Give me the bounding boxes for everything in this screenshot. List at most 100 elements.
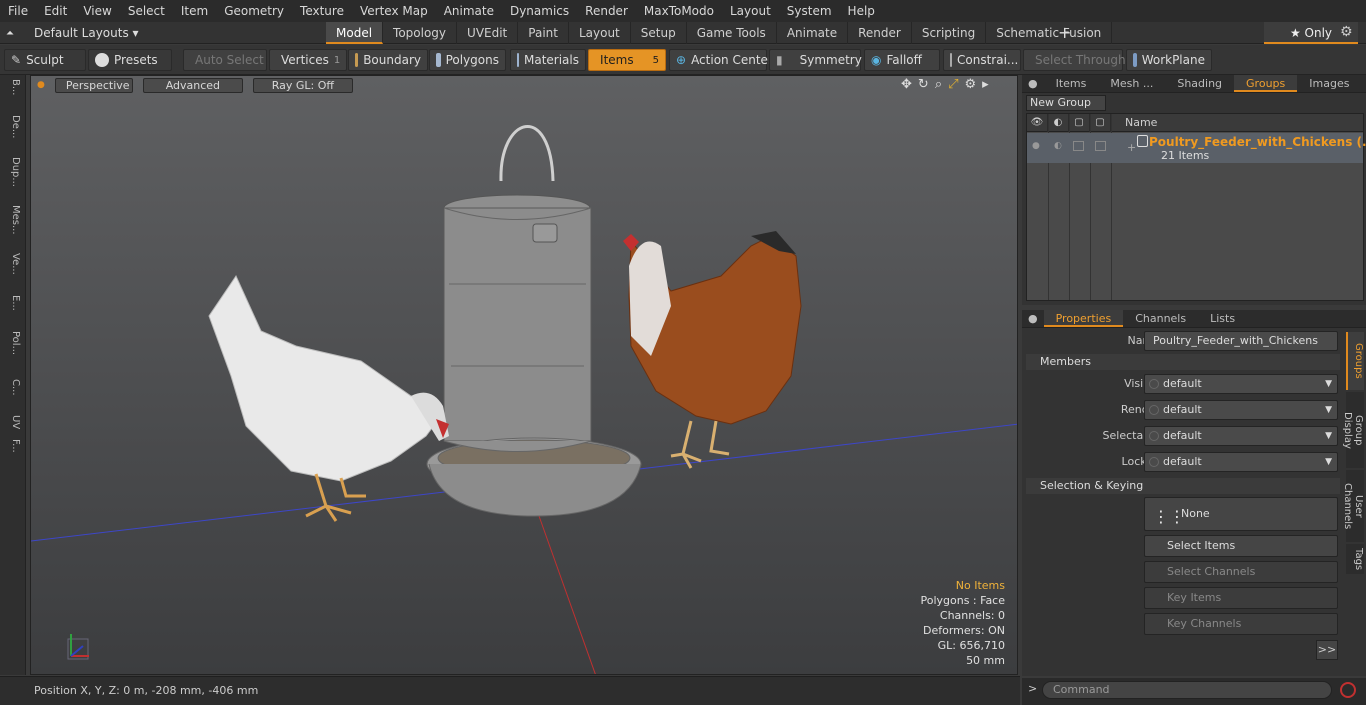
raygl-button[interactable]: Ray GL: Off xyxy=(252,77,353,93)
add-tab-icon[interactable]: + xyxy=(1058,24,1071,42)
menu-view[interactable]: View xyxy=(75,0,119,22)
visibility-eye-icon[interactable]: 👁 xyxy=(1027,113,1048,132)
menu-render[interactable]: Render xyxy=(577,0,636,22)
tab-properties[interactable]: Properties xyxy=(1043,310,1124,327)
record-icon[interactable] xyxy=(1340,682,1356,698)
lock-icon[interactable]: ▢ xyxy=(1069,113,1090,132)
side-tab-0[interactable]: B... xyxy=(3,79,21,95)
render-icon[interactable]: ◐ xyxy=(1048,113,1069,132)
tab-paint[interactable]: Paint xyxy=(518,22,569,44)
constraints-button[interactable]: Constrai... xyxy=(943,49,1021,71)
panel-dot-icon[interactable]: ● xyxy=(1022,310,1044,327)
fit-view-icon[interactable]: ⤢ xyxy=(948,77,958,92)
viewport-settings-icon[interactable]: ⚙ xyxy=(965,77,977,92)
selectable-dropdown[interactable]: default ▼ xyxy=(1144,426,1338,446)
menu-edit[interactable]: Edit xyxy=(36,0,75,22)
symmetry-button[interactable]: ▮ Symmetry xyxy=(769,49,862,71)
zoom-view-icon[interactable]: ⌕ xyxy=(935,77,942,92)
side-tab-tags[interactable]: Tags xyxy=(1346,544,1364,574)
presets-button[interactable]: Presets xyxy=(88,49,172,71)
gear-icon[interactable]: ⚙ xyxy=(1340,24,1353,40)
tab-schematic-fusion[interactable]: Schematic Fusion xyxy=(986,22,1113,44)
key-items-button[interactable]: Key Items xyxy=(1144,587,1338,609)
menu-select[interactable]: Select xyxy=(120,0,173,22)
command-input[interactable]: Command xyxy=(1042,681,1332,699)
tab-model[interactable]: Model xyxy=(326,22,384,44)
tab-render[interactable]: Render xyxy=(848,22,912,44)
menu-help[interactable]: Help xyxy=(840,0,883,22)
boundary-button[interactable]: Boundary xyxy=(348,49,428,71)
side-tab-3[interactable]: Mes... xyxy=(3,205,21,235)
members-section[interactable]: Members xyxy=(1026,354,1340,370)
advanced-button[interactable]: Advanced xyxy=(142,77,243,93)
more-button[interactable]: >> xyxy=(1316,640,1338,660)
render-dropdown[interactable]: default ▼ xyxy=(1144,400,1338,420)
move-view-icon[interactable]: ✥ xyxy=(901,77,912,92)
sculpt-button[interactable]: ✎ Sculpt xyxy=(4,49,86,71)
tab-scripting[interactable]: Scripting xyxy=(912,22,987,44)
menu-texture[interactable]: Texture xyxy=(292,0,352,22)
locked-dropdown[interactable]: default ▼ xyxy=(1144,452,1338,472)
up-arrow-icon[interactable]: ⏶ xyxy=(6,28,14,39)
items-button[interactable]: Items 5 xyxy=(588,49,666,71)
expand-icon[interactable]: + xyxy=(1127,141,1136,154)
vertices-button[interactable]: Vertices 1 xyxy=(269,49,347,71)
select-icon[interactable]: ▢ xyxy=(1090,113,1111,132)
menu-item[interactable]: Item xyxy=(173,0,216,22)
panel-dot-icon[interactable]: ● xyxy=(1022,75,1044,92)
action-center-button[interactable]: ⊕ Action Center xyxy=(669,49,773,71)
tab-shading[interactable]: Shading xyxy=(1165,75,1234,92)
tab-groups[interactable]: Groups xyxy=(1234,75,1298,92)
group-name[interactable]: Poultry_Feeder_with_Chickens (... xyxy=(1149,135,1366,149)
side-tab-group-display[interactable]: Group Display xyxy=(1342,392,1364,468)
menu-system[interactable]: System xyxy=(779,0,840,22)
group-row[interactable]: ● ◐ + Poultry_Feeder_with_Chickens (... … xyxy=(1027,133,1366,163)
side-tab-8[interactable]: UV xyxy=(3,415,21,429)
auto-select-button[interactable]: Auto Select xyxy=(183,49,267,71)
side-tab-2[interactable]: Dup... xyxy=(3,157,21,187)
side-tab-1[interactable]: De... xyxy=(3,115,21,138)
menu-vertex-map[interactable]: Vertex Map xyxy=(352,0,436,22)
name-column-header[interactable]: Name xyxy=(1111,116,1157,129)
select-through-button[interactable]: Select Through xyxy=(1023,49,1126,71)
new-group-button[interactable]: New Group xyxy=(1026,95,1106,111)
tab-lists[interactable]: Lists xyxy=(1198,310,1247,327)
row-eye-icon[interactable]: ● xyxy=(1032,141,1040,151)
side-tab-groups[interactable]: Groups xyxy=(1346,332,1364,390)
viewport-more-icon[interactable]: ▸ xyxy=(982,77,989,92)
visible-dropdown[interactable]: default ▼ xyxy=(1144,374,1338,394)
side-tab-9[interactable]: F... xyxy=(3,439,21,453)
layouts-label[interactable]: Default Layouts ▾ xyxy=(34,26,139,40)
menu-maxtomodo[interactable]: MaxToModo xyxy=(636,0,722,22)
side-tab-7[interactable]: C... xyxy=(3,379,21,396)
rotate-view-icon[interactable]: ↻ xyxy=(918,77,929,92)
tab-mesh-[interactable]: Mesh ... xyxy=(1098,75,1165,92)
side-tab-4[interactable]: Ve... xyxy=(3,253,21,275)
key-channels-button[interactable]: Key Channels xyxy=(1144,613,1338,635)
select-channels-button[interactable]: Select Channels xyxy=(1144,561,1338,583)
tab-layout[interactable]: Layout xyxy=(569,22,631,44)
tab-images[interactable]: Images xyxy=(1297,75,1361,92)
tab-topology[interactable]: Topology xyxy=(383,22,458,44)
menu-file[interactable]: File xyxy=(0,0,36,22)
layouts-dropdown[interactable]: ⏶ Default Layouts ▾ xyxy=(6,24,139,42)
menu-animate[interactable]: Animate xyxy=(436,0,502,22)
selection-keying-section[interactable]: Selection & Keying xyxy=(1026,478,1340,494)
scene-canvas[interactable] xyxy=(31,76,1018,675)
tab-game-tools[interactable]: Game Tools xyxy=(687,22,777,44)
side-tab-user-channels[interactable]: User Channels xyxy=(1342,470,1364,542)
row-render-icon[interactable]: ◐ xyxy=(1054,141,1062,151)
select-items-button[interactable]: Select Items xyxy=(1144,535,1338,557)
menu-layout[interactable]: Layout xyxy=(722,0,779,22)
tab-uvedit[interactable]: UVEdit xyxy=(457,22,519,44)
name-field[interactable]: Poultry_Feeder_with_Chickens (23) xyxy=(1144,331,1338,365)
tab-channels[interactable]: Channels xyxy=(1123,310,1198,327)
materials-button[interactable]: Materials xyxy=(510,49,586,71)
tab-setup[interactable]: Setup xyxy=(631,22,687,44)
side-tab-5[interactable]: E... xyxy=(3,295,21,311)
viewport-dot-icon[interactable]: ● xyxy=(37,80,45,90)
row-lock-icon[interactable] xyxy=(1073,141,1084,151)
3d-viewport[interactable]: ● Perspective Advanced Ray GL: Off ✥ ↻ ⌕… xyxy=(30,75,1018,675)
row-select-icon[interactable] xyxy=(1095,141,1106,151)
groups-list[interactable]: 👁 ◐ ▢ ▢ Name ● ◐ + Poultry_Feeder_with_C… xyxy=(1026,113,1366,301)
